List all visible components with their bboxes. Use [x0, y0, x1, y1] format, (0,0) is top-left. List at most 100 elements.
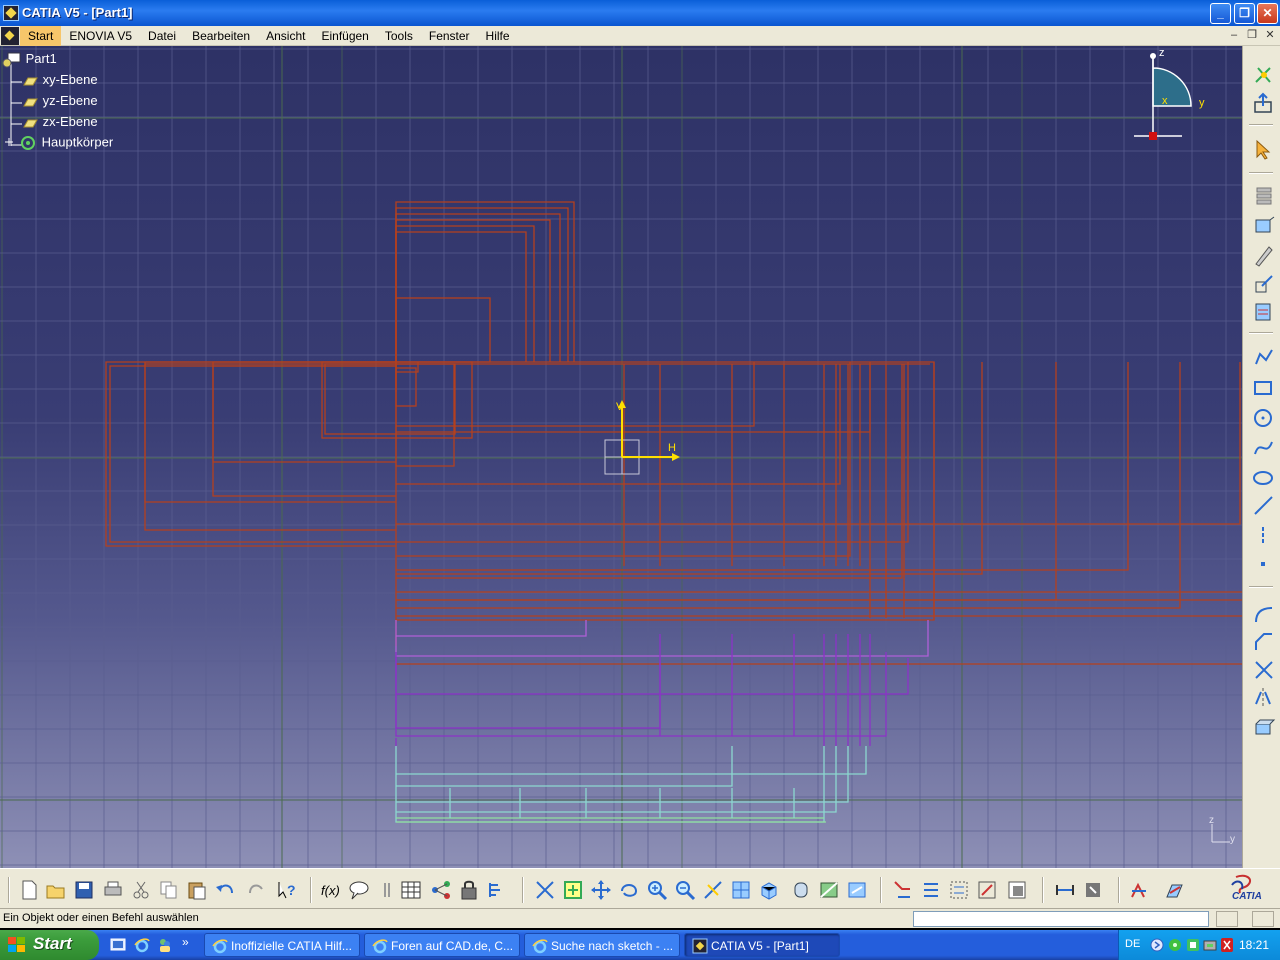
status-button-1[interactable]: [1216, 911, 1238, 927]
tree-item-part1[interactable]: Part1: [2, 51, 57, 68]
zoom-out-icon[interactable]: [674, 879, 696, 901]
show-desktop-icon[interactable]: [110, 937, 126, 953]
undo-icon[interactable]: [214, 879, 236, 901]
whats-this-icon[interactable]: ?: [276, 879, 298, 901]
geometric-constraint-icon[interactable]: [976, 879, 998, 901]
minimize-button[interactable]: _: [1210, 3, 1231, 24]
point-icon[interactable]: [1252, 552, 1276, 576]
measure-icon[interactable]: [1054, 879, 1076, 901]
export-icon[interactable]: [1252, 92, 1276, 116]
sketch-profile[interactable]: [144, 361, 396, 503]
start-button[interactable]: Start: [0, 930, 99, 960]
doc-restore-button[interactable]: ❐: [1244, 28, 1260, 43]
sketch-profile[interactable]: [396, 746, 867, 775]
spline-icon[interactable]: [1252, 436, 1276, 460]
sketch-exit-icon[interactable]: [1252, 64, 1276, 88]
paste-icon[interactable]: [186, 879, 208, 901]
sketch-profile[interactable]: [396, 362, 1242, 593]
sketch-analysis-icon[interactable]: [1128, 879, 1150, 901]
sketch-profile[interactable]: [396, 362, 871, 433]
sketch-profile[interactable]: [395, 367, 417, 407]
parameters-icon[interactable]: [486, 879, 508, 901]
sketch-profile[interactable]: [395, 219, 551, 380]
print-icon[interactable]: [102, 879, 124, 901]
redo-icon[interactable]: [246, 879, 268, 901]
trim-icon[interactable]: [1252, 658, 1276, 682]
document-icon[interactable]: [1, 27, 19, 45]
circle-icon[interactable]: [1252, 406, 1276, 430]
sketch-profile[interactable]: [395, 746, 825, 823]
open-folder-icon[interactable]: [45, 879, 67, 901]
rotate-icon[interactable]: [618, 879, 640, 901]
sketch-profile[interactable]: [109, 365, 396, 543]
normal-view-icon[interactable]: [702, 879, 724, 901]
sketch-profile[interactable]: [396, 362, 851, 557]
dimensional-constraint-icon[interactable]: [1006, 879, 1028, 901]
messenger-icon[interactable]: [157, 937, 173, 953]
menu-start[interactable]: Start: [20, 26, 62, 46]
geometry-viewport[interactable]: V H z x y z y: [0, 46, 1242, 868]
multi-view-icon[interactable]: [730, 879, 752, 901]
knowledge-icon[interactable]: [376, 879, 398, 901]
table-icon[interactable]: [400, 879, 422, 901]
doc-minimize-button[interactable]: –: [1226, 28, 1242, 43]
stacked-layers-icon[interactable]: [1252, 184, 1276, 208]
polyline-icon[interactable]: [1252, 346, 1276, 370]
pencil-icon[interactable]: [1252, 244, 1276, 268]
profile-rect-icon[interactable]: [1252, 214, 1276, 238]
menu-enovia-v5[interactable]: ENOVIA V5: [61, 26, 140, 46]
project-3d-icon[interactable]: [1252, 716, 1276, 740]
hide-show-icon[interactable]: [818, 879, 840, 901]
compass[interactable]: z x y: [1134, 47, 1205, 140]
doc-close-button[interactable]: ✕: [1262, 28, 1278, 43]
pan-icon[interactable]: [590, 879, 612, 901]
corner-icon[interactable]: [1252, 602, 1276, 626]
formula-icon[interactable]: f(x): [320, 879, 342, 901]
sketch-profile[interactable]: [105, 361, 396, 547]
catia-app-icon[interactable]: [3, 5, 19, 21]
line-icon[interactable]: [1252, 494, 1276, 518]
sketch-profile[interactable]: [396, 362, 1181, 609]
iso-view-icon[interactable]: [758, 879, 780, 901]
sketch-profile[interactable]: [396, 362, 755, 427]
grid-icon[interactable]: [920, 879, 942, 901]
tray-icons[interactable]: [1149, 937, 1237, 953]
tree-item-yz-plane[interactable]: yz-Ebene: [21, 93, 98, 108]
sketch-profile[interactable]: [396, 362, 1242, 601]
command-input[interactable]: [913, 911, 1209, 927]
fit-all-icon[interactable]: [534, 879, 556, 901]
axis-icon[interactable]: [1252, 524, 1276, 548]
new-file-icon[interactable]: [18, 879, 40, 901]
tree-network-icon[interactable]: [430, 879, 452, 901]
sketch-profile[interactable]: [396, 364, 841, 485]
mirror-icon[interactable]: [1252, 686, 1276, 710]
save-icon[interactable]: [73, 879, 95, 901]
quicklaunch-overflow-icon[interactable]: »: [182, 935, 189, 949]
inertia-icon[interactable]: [1082, 879, 1104, 901]
shading-icon[interactable]: [790, 879, 812, 901]
sketch-axis-system[interactable]: V H: [604, 400, 680, 475]
constraint-icon[interactable]: [1252, 300, 1276, 324]
ellipse-icon[interactable]: [1252, 466, 1276, 490]
fly-mode-icon[interactable]: [562, 879, 584, 901]
taskbar-task[interactable]: Suche nach sketch - ...: [524, 933, 680, 957]
taskbar-task[interactable]: Foren auf CAD.de, C...: [364, 933, 520, 957]
comment-icon[interactable]: [348, 879, 370, 901]
clock[interactable]: 18:21: [1239, 938, 1269, 952]
sketch-canvas[interactable]: V H z x y z y: [0, 46, 1242, 868]
sketch-profile[interactable]: [396, 362, 1057, 601]
sketch-profile[interactable]: [396, 362, 1129, 571]
sketch-profile[interactable]: [395, 364, 455, 467]
sketch-profile[interactable]: [396, 362, 1242, 665]
cut-icon[interactable]: [130, 879, 152, 901]
sketcher-icon[interactable]: [1164, 879, 1186, 901]
internet-explorer-icon[interactable]: [134, 937, 150, 953]
menu-fenster[interactable]: Fenster: [421, 26, 478, 46]
chamfer-icon[interactable]: [1252, 630, 1276, 654]
maximize-button[interactable]: ❐: [1234, 3, 1255, 24]
sketch-profile[interactable]: [396, 620, 587, 637]
menu-hilfe[interactable]: Hilfe: [478, 26, 518, 46]
tree-item-xy-plane[interactable]: xy-Ebene: [21, 72, 98, 87]
sketch-profile[interactable]: [395, 658, 661, 729]
status-button-2[interactable]: [1252, 911, 1274, 927]
